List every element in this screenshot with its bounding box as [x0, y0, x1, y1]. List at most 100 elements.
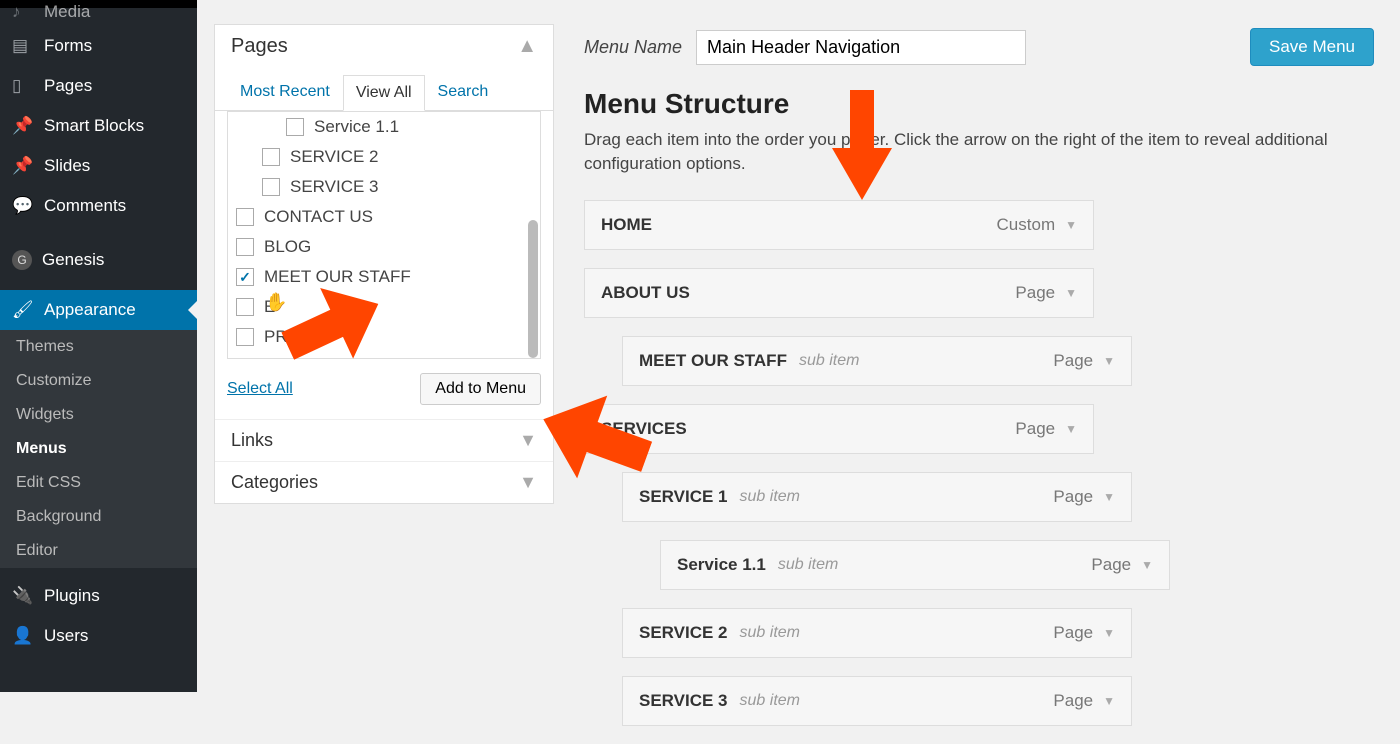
checkbox[interactable]	[236, 268, 254, 286]
chevron-down-icon[interactable]: ▼	[1103, 490, 1115, 504]
page-checkbox-row[interactable]: SERVICE 3	[228, 172, 540, 202]
sidebar-item-forms[interactable]: ▤ Forms	[0, 26, 197, 66]
sidebar-item-label: Comments	[44, 196, 126, 216]
sidebar-item-plugins[interactable]: 🔌 Plugins	[0, 576, 197, 616]
links-metabox[interactable]: Links ▼	[215, 419, 553, 461]
sidebar-sub-menus[interactable]: Menus	[0, 432, 197, 466]
chevron-down-icon[interactable]: ▼	[1065, 286, 1077, 300]
page-checkbox-label: SERVICE 3	[290, 177, 379, 197]
sidebar-sub-customize[interactable]: Customize	[0, 364, 197, 398]
menu-structure-title: Menu Structure	[584, 88, 1374, 120]
sidebar-item-appearance[interactable]: 🖌 Appearance	[0, 290, 197, 330]
pages-actions: Select All Add to Menu	[215, 359, 553, 419]
sidebar-item-genesis[interactable]: G Genesis	[0, 240, 197, 280]
categories-metabox[interactable]: Categories ▼	[215, 461, 553, 503]
menu-item-type[interactable]: Page▼	[1053, 351, 1115, 371]
sidebar-sub-editor[interactable]: Editor	[0, 534, 197, 568]
scrollbar-thumb[interactable]	[528, 220, 538, 358]
menu-edit-area: Menu Name Save Menu Menu Structure Drag …	[584, 28, 1374, 744]
menu-structure-description: Drag each item into the order you prefer…	[584, 128, 1374, 176]
checkbox[interactable]	[262, 178, 280, 196]
checkbox[interactable]	[286, 118, 304, 136]
sidebar-item-pages[interactable]: ▯ Pages	[0, 66, 197, 106]
tab-most-recent[interactable]: Most Recent	[227, 74, 343, 110]
menu-item-title: ABOUT US	[601, 283, 690, 303]
menu-item[interactable]: SERVICE 1 sub item Page▼	[622, 472, 1132, 522]
menu-item-title: SERVICE 1	[639, 487, 728, 507]
sidebar-item-smart-blocks[interactable]: 📌 Smart Blocks	[0, 106, 197, 146]
sidebar-item-label: Users	[44, 626, 88, 646]
checkbox[interactable]	[262, 148, 280, 166]
sidebar-sub-widgets[interactable]: Widgets	[0, 398, 197, 432]
menu-item[interactable]: ABOUT US Page▼	[584, 268, 1094, 318]
sidebar-item-users[interactable]: 👤 Users	[0, 616, 197, 656]
chevron-down-icon[interactable]: ▼	[1103, 354, 1115, 368]
sidebar-sub-themes[interactable]: Themes	[0, 330, 197, 364]
sidebar-item-comments[interactable]: 💬 Comments	[0, 186, 197, 226]
menu-item-type[interactable]: Page▼	[1053, 487, 1115, 507]
sidebar-item-label: Forms	[44, 36, 92, 56]
page-checkbox-label: Service 1.1	[314, 117, 399, 137]
pages-metabox-title: Pages	[231, 35, 288, 58]
chevron-down-icon[interactable]: ▼	[1065, 218, 1077, 232]
menu-item-sub-label: sub item	[740, 624, 800, 642]
links-metabox-title: Links	[231, 430, 273, 451]
menu-item[interactable]: Service 1.1 sub item Page▼	[660, 540, 1170, 590]
page-checkbox-label: CONTACT US	[264, 207, 373, 227]
sidebar-sub-background[interactable]: Background	[0, 500, 197, 534]
menu-item-type[interactable]: Page▼	[1053, 691, 1115, 711]
user-icon: 👤	[12, 626, 34, 646]
expand-icon[interactable]: ▼	[519, 472, 537, 493]
checkbox[interactable]	[236, 328, 254, 346]
menu-item-sub-label: sub item	[778, 556, 838, 574]
menu-item-type[interactable]: Custom▼	[997, 215, 1077, 235]
sidebar-sub-edit-css[interactable]: Edit CSS	[0, 466, 197, 500]
menu-name-input[interactable]	[696, 30, 1026, 65]
plug-icon: 🔌	[12, 586, 34, 606]
menu-item-type[interactable]: Page▼	[1091, 555, 1153, 575]
page-checkbox-row[interactable]: SERVICE 2	[228, 142, 540, 172]
menu-item-title: SERVICE 2	[639, 623, 728, 643]
menu-item-title: SERVICE 3	[639, 691, 728, 711]
menu-name-label: Menu Name	[584, 37, 682, 58]
select-all-link[interactable]: Select All	[227, 380, 293, 398]
checkbox[interactable]	[236, 208, 254, 226]
annotation-arrow-down	[832, 90, 892, 200]
save-menu-button[interactable]: Save Menu	[1250, 28, 1374, 66]
menu-item-title: HOME	[601, 215, 652, 235]
sidebar-item-slides[interactable]: 📌 Slides	[0, 146, 197, 186]
pages-icon: ▯	[12, 76, 34, 96]
menu-item[interactable]: HOME Custom▼	[584, 200, 1094, 250]
tab-view-all[interactable]: View All	[343, 75, 425, 111]
chevron-down-icon[interactable]: ▼	[1141, 558, 1153, 572]
collapse-icon[interactable]: ▲	[517, 35, 537, 58]
sidebar-item-media[interactable]: ♪ Media	[0, 2, 197, 26]
menu-item-type[interactable]: Page▼	[1053, 623, 1115, 643]
page-checkbox-row[interactable]: BLOG	[228, 232, 540, 262]
categories-metabox-title: Categories	[231, 472, 318, 493]
menu-item-type[interactable]: Page▼	[1015, 419, 1077, 439]
menu-item[interactable]: SERVICE 2 sub item Page▼	[622, 608, 1132, 658]
chevron-down-icon[interactable]: ▼	[1065, 422, 1077, 436]
menu-item-title: Service 1.1	[677, 555, 766, 575]
pages-metabox: Pages ▲ Most Recent View All Search Serv…	[214, 24, 554, 504]
pages-metabox-header[interactable]: Pages ▲	[215, 25, 553, 68]
checkbox[interactable]	[236, 298, 254, 316]
menu-item[interactable]: MEET OUR STAFFsub itemPage▼	[622, 336, 1132, 386]
page-checkbox-row[interactable]: MEET OUR STAFF	[228, 262, 540, 292]
chevron-down-icon[interactable]: ▼	[1103, 694, 1115, 708]
pages-tabs: Most Recent View All Search	[215, 74, 553, 111]
brush-icon: 🖌	[12, 300, 34, 320]
pin-icon: 📌	[12, 116, 34, 136]
add-to-menu-button[interactable]: Add to Menu	[420, 373, 541, 405]
checkbox[interactable]	[236, 238, 254, 256]
menu-item-type[interactable]: Page▼	[1015, 283, 1077, 303]
menu-item-sub-label: sub item	[740, 488, 800, 506]
page-checkbox-row[interactable]: CONTACT US	[228, 202, 540, 232]
menu-name-row: Menu Name Save Menu	[584, 28, 1374, 66]
sidebar-item-label: Pages	[44, 76, 92, 96]
tab-search[interactable]: Search	[425, 74, 502, 110]
page-checkbox-row[interactable]: Service 1.1	[228, 112, 540, 142]
menu-item[interactable]: SERVICE 3sub itemPage▼	[622, 676, 1132, 726]
chevron-down-icon[interactable]: ▼	[1103, 626, 1115, 640]
